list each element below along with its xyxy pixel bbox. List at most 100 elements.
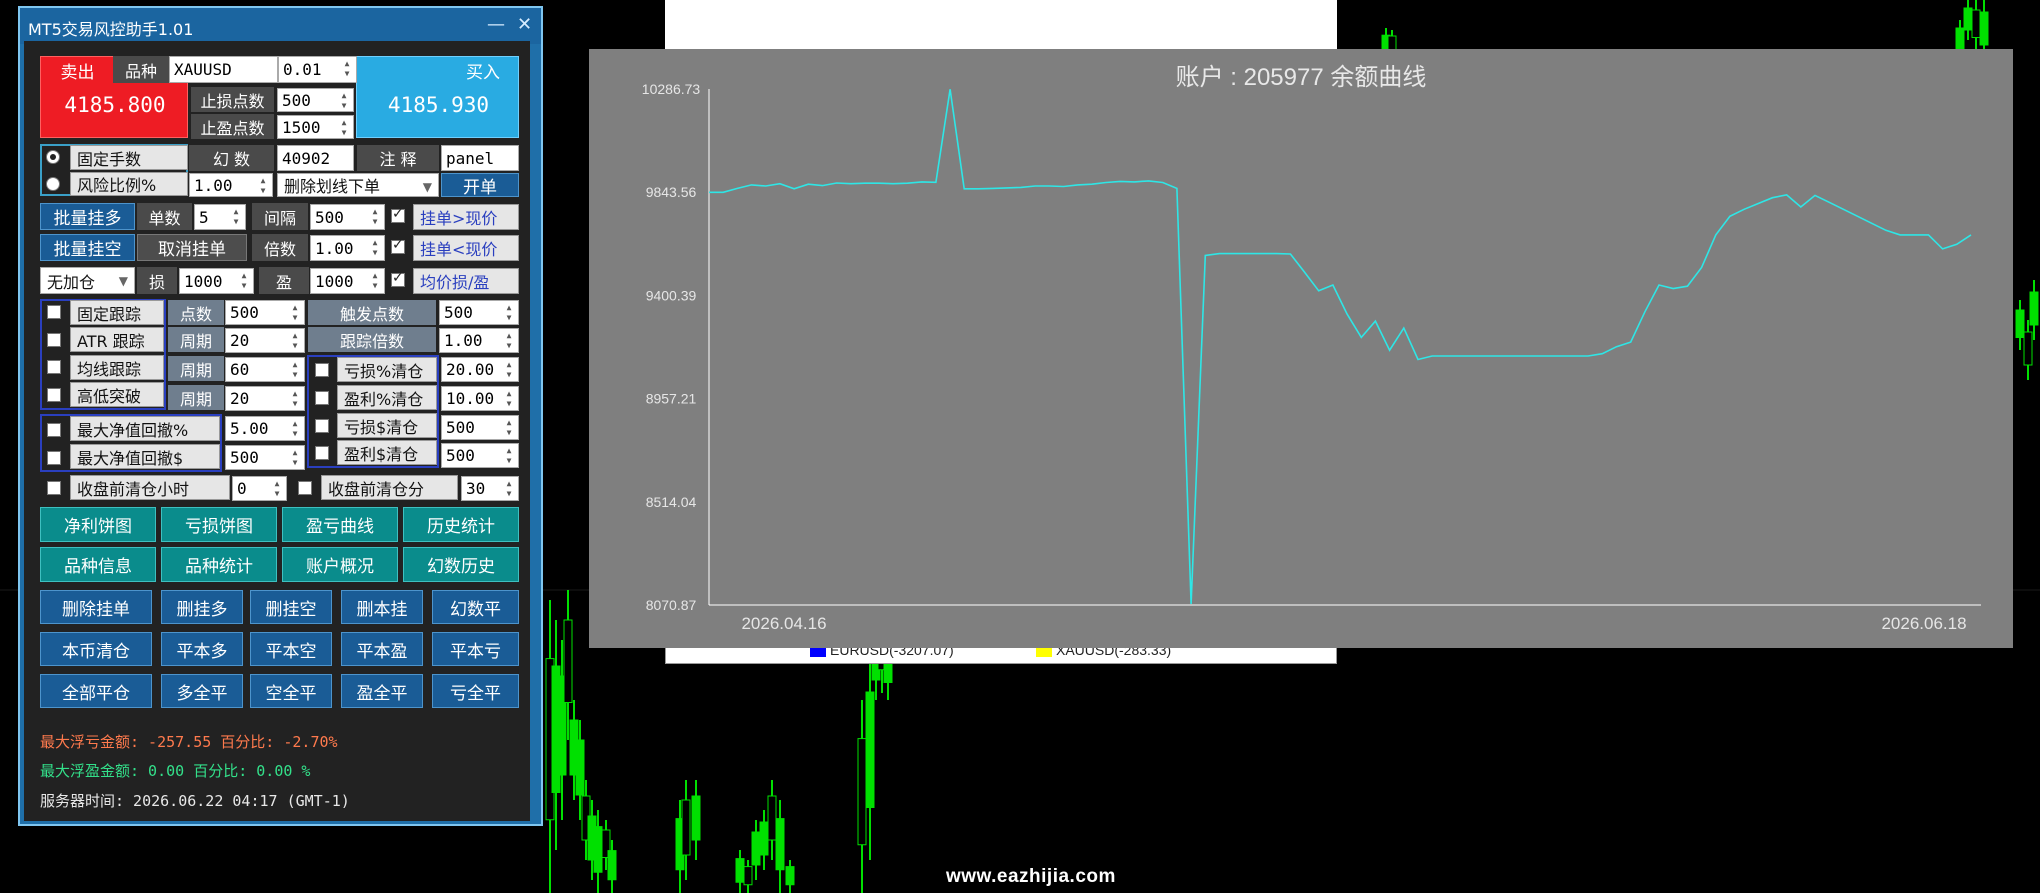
report-button[interactable]: 品种信息 bbox=[40, 547, 156, 582]
report-button[interactable]: 亏损饼图 bbox=[161, 507, 277, 542]
profit-pct-close-checkbox[interactable] bbox=[315, 391, 329, 405]
open-order-button[interactable]: 开单 bbox=[441, 173, 519, 198]
period-input-3[interactable]: 20 ▲ ▼ bbox=[225, 386, 305, 411]
report-button[interactable]: 账户概况 bbox=[282, 547, 398, 582]
action-button[interactable]: 删挂多 bbox=[161, 590, 243, 624]
stoploss-points-input[interactable]: 500 ▲ ▼ bbox=[277, 88, 354, 112]
hl-break-checkbox[interactable] bbox=[47, 388, 61, 402]
trigger-points-input[interactable]: 500 ▲ ▼ bbox=[439, 300, 519, 325]
max-dd-pct-spinner-icon[interactable]: ▲ ▼ bbox=[288, 419, 302, 439]
fixed-lots-radio[interactable] bbox=[46, 150, 60, 164]
risk-ratio-spinner-icon[interactable]: ▲ ▼ bbox=[256, 176, 270, 196]
profit-spinner-icon[interactable]: ▲ ▼ bbox=[368, 271, 382, 291]
batch-sell-button[interactable]: 批量挂空 bbox=[40, 234, 135, 261]
profit-pct-close-input[interactable]: 10.00 ▲ ▼ bbox=[441, 386, 519, 411]
period-input-1[interactable]: 20 ▲ ▼ bbox=[225, 328, 305, 353]
buy-button[interactable]: 买入 4185.930 bbox=[356, 56, 519, 138]
max-dd-usd-checkbox[interactable] bbox=[47, 451, 61, 465]
loss-pct-close-input[interactable]: 20.00 ▲ ▼ bbox=[441, 357, 519, 382]
atr-trail-checkbox[interactable] bbox=[47, 333, 61, 347]
profit-input[interactable]: 1000 ▲ ▼ bbox=[310, 268, 385, 294]
multiplier-input[interactable]: 1.00 ▲ ▼ bbox=[310, 235, 385, 261]
add-position-dropdown[interactable]: 无加仓 ▼ bbox=[40, 267, 135, 294]
takeprofit-spinner-icon[interactable]: ▲ ▼ bbox=[337, 118, 351, 138]
action-button[interactable]: 空全平 bbox=[250, 674, 332, 708]
loss-pct-spinner-icon[interactable]: ▲ ▼ bbox=[502, 360, 516, 380]
action-button[interactable]: 本币清仓 bbox=[40, 632, 152, 666]
close-hours-checkbox[interactable] bbox=[47, 481, 61, 495]
action-button[interactable]: 平本盈 bbox=[341, 632, 423, 666]
pending-below-checkbox[interactable] bbox=[391, 237, 405, 254]
period2-spinner-icon[interactable]: ▲ ▼ bbox=[288, 360, 302, 380]
magic-input[interactable]: 40902 bbox=[277, 145, 354, 171]
action-button[interactable]: 删除挂单 bbox=[40, 590, 152, 624]
pending-above-checkbox[interactable] bbox=[391, 206, 405, 223]
max-dd-usd-spinner-icon[interactable]: ▲ ▼ bbox=[288, 448, 302, 468]
batch-buy-button[interactable]: 批量挂多 bbox=[40, 203, 135, 230]
action-button[interactable]: 删本挂 bbox=[341, 590, 423, 624]
interval-spinner-icon[interactable]: ▲ ▼ bbox=[368, 207, 382, 227]
risk-ratio-radio[interactable] bbox=[46, 177, 60, 191]
lots-spin-icon[interactable]: ▲ ▼ bbox=[340, 59, 354, 79]
action-button[interactable]: 亏全平 bbox=[432, 674, 519, 708]
period-input-2[interactable]: 60 ▲ ▼ bbox=[225, 357, 305, 382]
points-spinner-icon[interactable]: ▲ ▼ bbox=[288, 303, 302, 323]
action-button[interactable]: 删挂空 bbox=[250, 590, 332, 624]
avg-price-checkbox[interactable] bbox=[391, 270, 405, 287]
lots-input-overlay[interactable]: 0.01 ▲ ▼ bbox=[278, 56, 357, 83]
period1-spinner-icon[interactable]: ▲ ▼ bbox=[288, 331, 302, 351]
action-button[interactable]: 平本空 bbox=[250, 632, 332, 666]
trail-multiplier-spinner-icon[interactable]: ▲ ▼ bbox=[502, 331, 516, 351]
close-minutes-input[interactable]: 30 ▲ ▼ bbox=[461, 476, 519, 501]
loss-usd-spinner-icon[interactable]: ▲ ▼ bbox=[502, 418, 516, 438]
minimize-icon[interactable]: — bbox=[487, 14, 505, 35]
max-dd-pct-checkbox[interactable] bbox=[47, 423, 61, 437]
fixed-trail-checkbox[interactable] bbox=[47, 305, 61, 319]
action-button[interactable]: 平本亏 bbox=[432, 632, 519, 666]
trail-multiplier-input[interactable]: 1.00 ▲ ▼ bbox=[439, 328, 519, 353]
action-button[interactable]: 平本多 bbox=[161, 632, 243, 666]
loss-usd-close-checkbox[interactable] bbox=[315, 419, 329, 433]
loss-spinner-icon[interactable]: ▲ ▼ bbox=[237, 271, 251, 291]
line-mode-dropdown[interactable]: 删除划线下单 ▼ bbox=[277, 173, 439, 197]
close-minutes-checkbox[interactable] bbox=[298, 481, 312, 495]
ma-trail-checkbox[interactable] bbox=[47, 360, 61, 374]
loss-input[interactable]: 1000 ▲ ▼ bbox=[179, 268, 254, 294]
trigger-points-spinner-icon[interactable]: ▲ ▼ bbox=[502, 303, 516, 323]
points-input[interactable]: 500 ▲ ▼ bbox=[225, 300, 305, 325]
order-count-input[interactable]: 5 ▲ ▼ bbox=[194, 204, 246, 230]
action-button[interactable]: 全部平仓 bbox=[40, 674, 152, 708]
max-dd-pct-input[interactable]: 5.00 ▲ ▼ bbox=[225, 416, 305, 441]
stoploss-spinner-icon[interactable]: ▲ ▼ bbox=[337, 91, 351, 111]
close-icon[interactable]: ✕ bbox=[517, 14, 532, 35]
order-count-spinner-icon[interactable]: ▲ ▼ bbox=[229, 207, 243, 227]
interval-input[interactable]: 500 ▲ ▼ bbox=[310, 204, 385, 230]
max-dd-usd-input[interactable]: 500 ▲ ▼ bbox=[225, 445, 305, 470]
close-hours-input[interactable]: 0 ▲ ▼ bbox=[232, 476, 287, 501]
panel-titlebar[interactable]: MT5交易风控助手1.01 — ✕ bbox=[20, 8, 541, 44]
close-minutes-spinner-icon[interactable]: ▲ ▼ bbox=[502, 479, 516, 499]
profit-usd-close-input[interactable]: 500 ▲ ▼ bbox=[441, 443, 519, 468]
profit-pct-spinner-icon[interactable]: ▲ ▼ bbox=[502, 389, 516, 409]
profit-usd-spinner-icon[interactable]: ▲ ▼ bbox=[502, 446, 516, 466]
action-button[interactable]: 盈全平 bbox=[341, 674, 423, 708]
report-button[interactable]: 净利饼图 bbox=[40, 507, 156, 542]
loss-pct-close-checkbox[interactable] bbox=[315, 363, 329, 377]
comment-input[interactable]: panel bbox=[441, 145, 519, 171]
close-hours-spinner-icon[interactable]: ▲ ▼ bbox=[270, 479, 284, 499]
report-button[interactable]: 盈亏曲线 bbox=[282, 507, 398, 542]
multiplier-spinner-icon[interactable]: ▲ ▼ bbox=[368, 238, 382, 258]
takeprofit-points-input[interactable]: 1500 ▲ ▼ bbox=[277, 115, 354, 139]
cancel-pending-button[interactable]: 取消挂单 bbox=[137, 234, 247, 261]
risk-ratio-input[interactable]: 1.00 ▲ ▼ bbox=[189, 173, 273, 197]
report-button[interactable]: 品种统计 bbox=[161, 547, 277, 582]
report-button[interactable]: 历史统计 bbox=[403, 507, 519, 542]
stoploss-points-label: 止损点数 bbox=[191, 87, 274, 112]
action-button[interactable]: 幻数平 bbox=[432, 590, 519, 624]
report-button[interactable]: 幻数历史 bbox=[403, 547, 519, 582]
period3-spinner-icon[interactable]: ▲ ▼ bbox=[288, 389, 302, 409]
profit-usd-close-checkbox[interactable] bbox=[315, 446, 329, 460]
action-button[interactable]: 多全平 bbox=[161, 674, 243, 708]
symbol-input[interactable]: XAUUSD bbox=[169, 56, 278, 83]
loss-usd-close-input[interactable]: 500 ▲ ▼ bbox=[441, 415, 519, 440]
